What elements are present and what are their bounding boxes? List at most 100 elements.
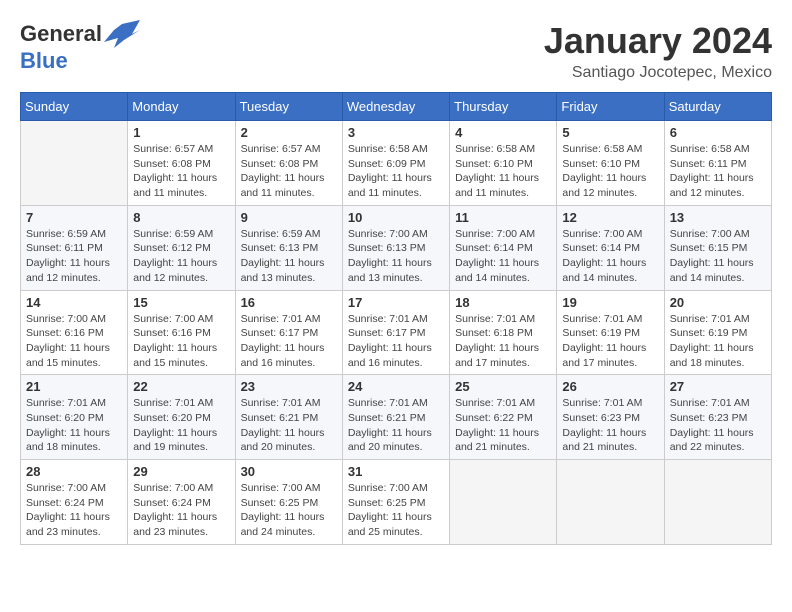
location-subtitle: Santiago Jocotepec, Mexico <box>544 64 772 82</box>
calendar-cell: 19Sunrise: 7:01 AMSunset: 6:19 PMDayligh… <box>557 290 664 375</box>
day-info: Sunrise: 6:58 AMSunset: 6:09 PMDaylight:… <box>348 142 444 201</box>
calendar-cell: 9Sunrise: 6:59 AMSunset: 6:13 PMDaylight… <box>235 205 342 290</box>
day-number: 2 <box>241 125 337 140</box>
calendar-cell: 16 Sunrise: 7:01 AMSunset: 6:17 PMDayligh… <box>235 290 342 375</box>
day-info: Sunrise: 7:01 AMSunset: 6:17 PMDaylight:… <box>348 312 444 371</box>
logo-blue-text: Blue <box>20 48 68 73</box>
day-info: Sunrise: 7:00 AMSunset: 6:15 PMDaylight:… <box>670 227 766 286</box>
weekday-header-wednesday: Wednesday <box>342 93 449 121</box>
calendar-cell: 7 Sunrise: 6:59 AMSunset: 6:11 PMDaylight… <box>21 205 128 290</box>
calendar-cell: 18Sunrise: 7:01 AMSunset: 6:18 PMDayligh… <box>450 290 557 375</box>
day-info: Sunrise: 6:58 AMSunset: 6:11 PMDaylight:… <box>670 142 766 201</box>
calendar-table: SundayMondayTuesdayWednesdayThursdayFrid… <box>20 92 772 545</box>
day-info: Sunrise: 6:58 AMSunset: 6:10 PMDaylight:… <box>455 142 551 201</box>
calendar-body: 1Sunrise: 6:57 AMSunset: 6:08 PMDaylight… <box>21 121 772 545</box>
calendar-cell <box>450 460 557 545</box>
day-info: Sunrise: 7:00 AMSunset: 6:24 PMDaylight:… <box>26 481 122 540</box>
calendar-cell <box>557 460 664 545</box>
day-info: Sunrise: 7:01 AMSunset: 6:21 PMDaylight:… <box>348 396 444 455</box>
calendar-cell: 27Sunrise: 7:01 AMSunset: 6:23 PMDayligh… <box>664 375 771 460</box>
calendar-cell: 23Sunrise: 7:01 AMSunset: 6:21 PMDayligh… <box>235 375 342 460</box>
calendar-cell <box>664 460 771 545</box>
day-number: 25 <box>455 379 551 394</box>
day-info: Sunrise: 7:00 AMSunset: 6:13 PMDaylight:… <box>348 227 444 286</box>
day-number: 22 <box>133 379 229 394</box>
day-number: 18 <box>455 295 551 310</box>
day-info: Sunrise: 7:01 AMSunset: 6:23 PMDaylight:… <box>670 396 766 455</box>
weekday-header-saturday: Saturday <box>664 93 771 121</box>
calendar-cell: 6 Sunrise: 6:58 AMSunset: 6:11 PMDaylight… <box>664 121 771 206</box>
calendar-week-row: 28 Sunrise: 7:00 AMSunset: 6:24 PMDayligh… <box>21 460 772 545</box>
day-info: Sunrise: 6:59 AMSunset: 6:12 PMDaylight:… <box>133 227 229 286</box>
weekday-header-monday: Monday <box>128 93 235 121</box>
day-info: Sunrise: 7:00 AMSunset: 6:14 PMDaylight:… <box>562 227 658 286</box>
day-number: 30 <box>241 464 337 479</box>
day-number: 14 <box>26 295 122 310</box>
calendar-cell: 11 Sunrise: 7:00 AMSunset: 6:14 PMDayligh… <box>450 205 557 290</box>
day-info: Sunrise: 6:58 AMSunset: 6:10 PMDaylight:… <box>562 142 658 201</box>
day-number: 10 <box>348 210 444 225</box>
calendar-week-row: 7 Sunrise: 6:59 AMSunset: 6:11 PMDaylight… <box>21 205 772 290</box>
day-info: Sunrise: 7:00 AMSunset: 6:25 PMDaylight:… <box>241 481 337 540</box>
weekday-header-sunday: Sunday <box>21 93 128 121</box>
calendar-week-row: 14 Sunrise: 7:00 AMSunset: 6:16 PMDayligh… <box>21 290 772 375</box>
day-number: 5 <box>562 125 658 140</box>
title-block: January 2024 Santiago Jocotepec, Mexico <box>544 20 772 82</box>
day-number: 19 <box>562 295 658 310</box>
logo-general-text: General <box>20 21 102 47</box>
day-number: 4 <box>455 125 551 140</box>
day-number: 16 <box>241 295 337 310</box>
day-info: Sunrise: 6:59 AMSunset: 6:11 PMDaylight:… <box>26 227 122 286</box>
calendar-week-row: 21Sunrise: 7:01 AMSunset: 6:20 PMDayligh… <box>21 375 772 460</box>
calendar-cell: 10 Sunrise: 7:00 AMSunset: 6:13 PMDayligh… <box>342 205 449 290</box>
logo: General Blue <box>20 20 140 74</box>
day-number: 3 <box>348 125 444 140</box>
calendar-cell: 21Sunrise: 7:01 AMSunset: 6:20 PMDayligh… <box>21 375 128 460</box>
day-info: Sunrise: 7:00 AMSunset: 6:16 PMDaylight:… <box>26 312 122 371</box>
day-info: Sunrise: 7:00 AMSunset: 6:14 PMDaylight:… <box>455 227 551 286</box>
day-number: 26 <box>562 379 658 394</box>
calendar-cell: 22Sunrise: 7:01 AMSunset: 6:20 PMDayligh… <box>128 375 235 460</box>
day-number: 11 <box>455 210 551 225</box>
day-info: Sunrise: 7:01 AMSunset: 6:21 PMDaylight:… <box>241 396 337 455</box>
day-number: 7 <box>26 210 122 225</box>
weekday-header-tuesday: Tuesday <box>235 93 342 121</box>
page-header: General Blue January 2024 Santiago Jocot… <box>20 20 772 82</box>
day-info: Sunrise: 7:00 AMSunset: 6:25 PMDaylight:… <box>348 481 444 540</box>
day-number: 24 <box>348 379 444 394</box>
calendar-cell: 24 Sunrise: 7:01 AMSunset: 6:21 PMDayligh… <box>342 375 449 460</box>
day-number: 20 <box>670 295 766 310</box>
calendar-cell: 15 Sunrise: 7:00 AMSunset: 6:16 PMDayligh… <box>128 290 235 375</box>
calendar-cell: 30 Sunrise: 7:00 AMSunset: 6:25 PMDayligh… <box>235 460 342 545</box>
calendar-cell: 28 Sunrise: 7:00 AMSunset: 6:24 PMDayligh… <box>21 460 128 545</box>
day-info: Sunrise: 7:01 AMSunset: 6:22 PMDaylight:… <box>455 396 551 455</box>
calendar-cell <box>21 121 128 206</box>
day-number: 31 <box>348 464 444 479</box>
weekday-header-thursday: Thursday <box>450 93 557 121</box>
day-number: 8 <box>133 210 229 225</box>
calendar-cell: 29Sunrise: 7:00 AMSunset: 6:24 PMDayligh… <box>128 460 235 545</box>
day-info: Sunrise: 7:01 AMSunset: 6:17 PMDaylight:… <box>241 312 337 371</box>
logo-bird-icon <box>104 20 140 48</box>
day-number: 13 <box>670 210 766 225</box>
calendar-cell: 13 Sunrise: 7:00 AMSunset: 6:15 PMDayligh… <box>664 205 771 290</box>
month-year-title: January 2024 <box>544 20 772 62</box>
calendar-cell: 2 Sunrise: 6:57 AMSunset: 6:08 PMDaylight… <box>235 121 342 206</box>
calendar-cell: 8 Sunrise: 6:59 AMSunset: 6:12 PMDaylight… <box>128 205 235 290</box>
day-number: 15 <box>133 295 229 310</box>
day-info: Sunrise: 6:57 AMSunset: 6:08 PMDaylight:… <box>133 142 229 201</box>
day-number: 6 <box>670 125 766 140</box>
day-info: Sunrise: 6:57 AMSunset: 6:08 PMDaylight:… <box>241 142 337 201</box>
calendar-cell: 3 Sunrise: 6:58 AMSunset: 6:09 PMDaylight… <box>342 121 449 206</box>
day-info: Sunrise: 7:00 AMSunset: 6:16 PMDaylight:… <box>133 312 229 371</box>
calendar-cell: 31 Sunrise: 7:00 AMSunset: 6:25 PMDayligh… <box>342 460 449 545</box>
calendar-cell: 26Sunrise: 7:01 AMSunset: 6:23 PMDayligh… <box>557 375 664 460</box>
day-number: 28 <box>26 464 122 479</box>
weekday-header-row: SundayMondayTuesdayWednesdayThursdayFrid… <box>21 93 772 121</box>
calendar-week-row: 1Sunrise: 6:57 AMSunset: 6:08 PMDaylight… <box>21 121 772 206</box>
calendar-cell: 12Sunrise: 7:00 AMSunset: 6:14 PMDayligh… <box>557 205 664 290</box>
calendar-header: SundayMondayTuesdayWednesdayThursdayFrid… <box>21 93 772 121</box>
day-info: Sunrise: 6:59 AMSunset: 6:13 PMDaylight:… <box>241 227 337 286</box>
calendar-cell: 20Sunrise: 7:01 AMSunset: 6:19 PMDayligh… <box>664 290 771 375</box>
day-info: Sunrise: 7:00 AMSunset: 6:24 PMDaylight:… <box>133 481 229 540</box>
